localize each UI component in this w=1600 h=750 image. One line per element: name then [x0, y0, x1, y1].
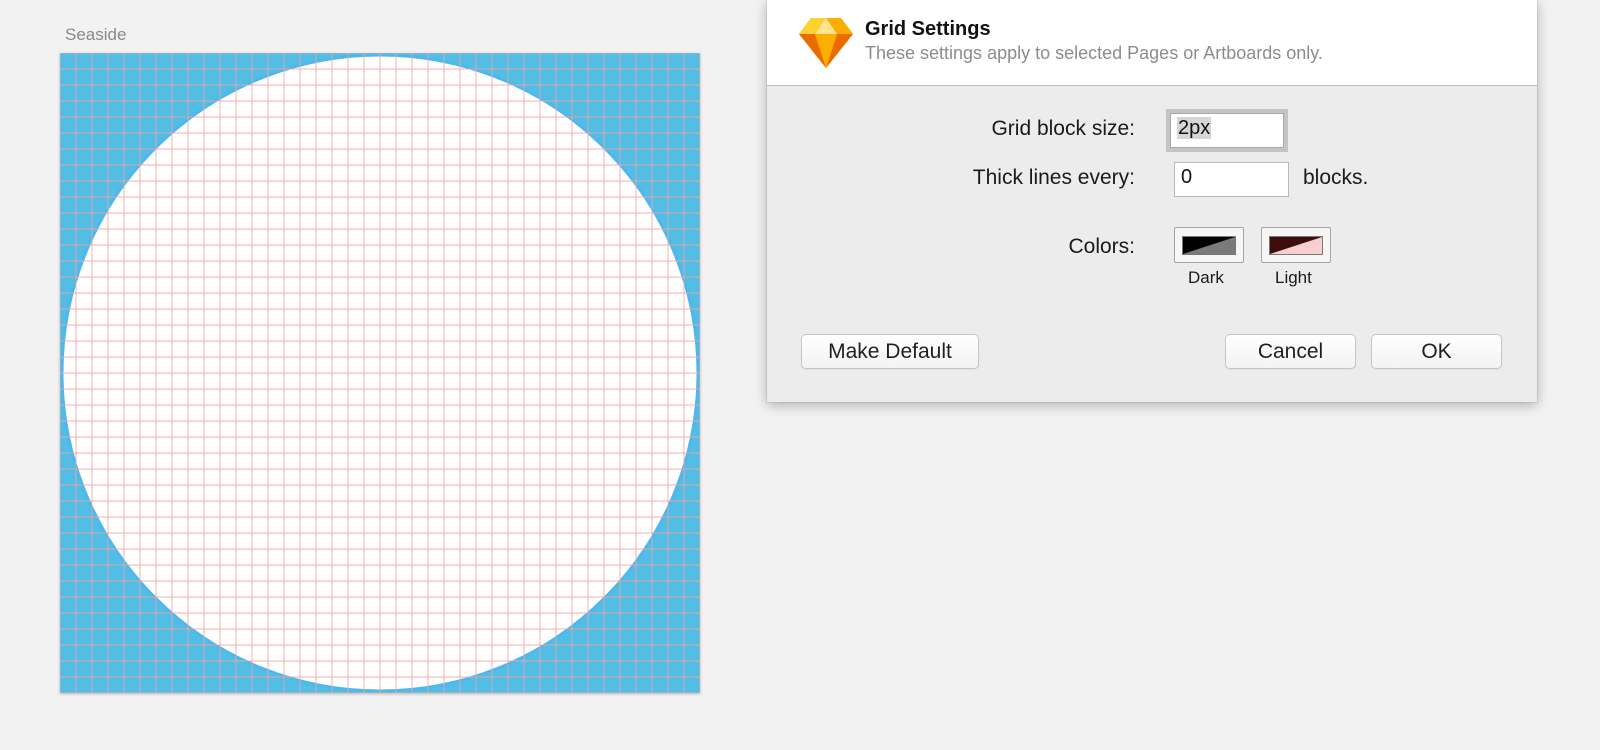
dark-color-caption: Dark [1188, 268, 1224, 287]
grid-overlay [60, 53, 700, 693]
dark-color-swatch [1182, 236, 1236, 255]
thick-lines-label: Thick lines every: [972, 166, 1135, 189]
artboard-canvas[interactable] [60, 53, 700, 693]
thick-lines-input[interactable]: 0 [1174, 162, 1289, 197]
light-color-swatch [1269, 236, 1323, 255]
artboard-title[interactable]: Seaside [65, 25, 126, 45]
light-color-caption: Light [1275, 268, 1312, 287]
dialog-subtitle: These settings apply to selected Pages o… [865, 43, 1323, 63]
thick-lines-suffix: blocks. [1303, 166, 1369, 189]
dialog-title: Grid Settings [865, 18, 991, 40]
grid-settings-dialog: Grid Settings These settings apply to se… [767, 0, 1537, 402]
colors-label: Colors: [1068, 235, 1135, 258]
make-default-button[interactable]: Make Default [801, 334, 979, 369]
artboard-drawing [60, 53, 700, 693]
dialog-header: Grid Settings These settings apply to se… [767, 0, 1537, 86]
light-color-well[interactable] [1261, 227, 1331, 263]
dark-color-well[interactable] [1174, 227, 1244, 263]
grid-block-size-input[interactable]: 2px [1170, 113, 1284, 148]
sketch-diamond-icon [799, 18, 853, 68]
grid-block-size-label: Grid block size: [991, 117, 1135, 140]
ok-button[interactable]: OK [1371, 334, 1502, 369]
cancel-button[interactable]: Cancel [1225, 334, 1356, 369]
